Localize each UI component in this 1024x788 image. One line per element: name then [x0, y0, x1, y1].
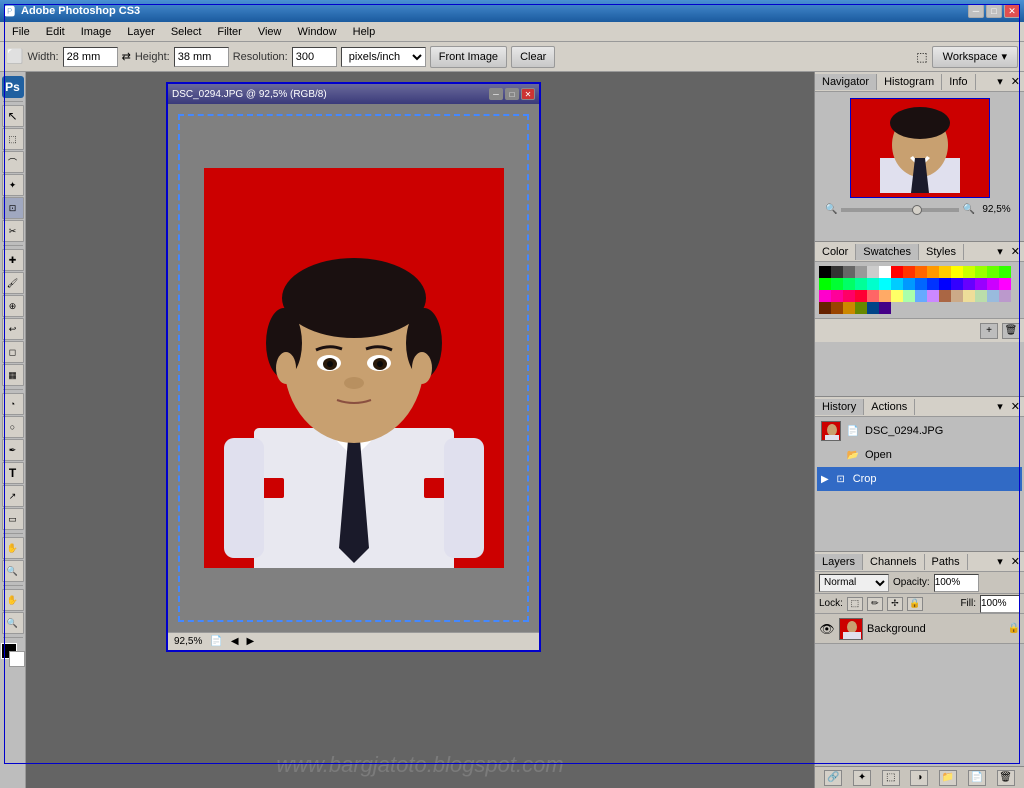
zoom-slider[interactable]: [841, 208, 958, 212]
add-mask-button[interactable]: ⬚: [882, 770, 900, 786]
right-panel: Navigator Histogram Info ▾ ✕: [814, 72, 1024, 788]
new-layer-button[interactable]: 📄: [968, 770, 986, 786]
navigator-panel: Navigator Histogram Info ▾ ✕: [815, 72, 1024, 242]
delete-layer-button[interactable]: 🗑: [997, 770, 1015, 786]
nav-view-rect: [850, 98, 990, 198]
new-group-button[interactable]: 📁: [939, 770, 957, 786]
zoom-handle[interactable]: [912, 205, 922, 215]
new-adjustment-button[interactable]: ◑: [910, 770, 928, 786]
add-style-button[interactable]: ✦: [853, 770, 871, 786]
link-layers-button[interactable]: 🔗: [824, 770, 842, 786]
navigator-content: 🔍 🔍 92,5%: [815, 92, 1024, 221]
navigator-thumbnail: [850, 98, 990, 198]
layers-footer: 🔗 ✦ ⬚ ◑ 📁 📄 🗑: [815, 766, 1024, 788]
main-area: Ps ↖ ⬚ ⌒ ✦ ⊡ ✂ ✚ 🖌 ⊕ ↩ ◻ ▦ ◔ ○ ✒ T ↗ ▭ ✋…: [0, 72, 1024, 788]
